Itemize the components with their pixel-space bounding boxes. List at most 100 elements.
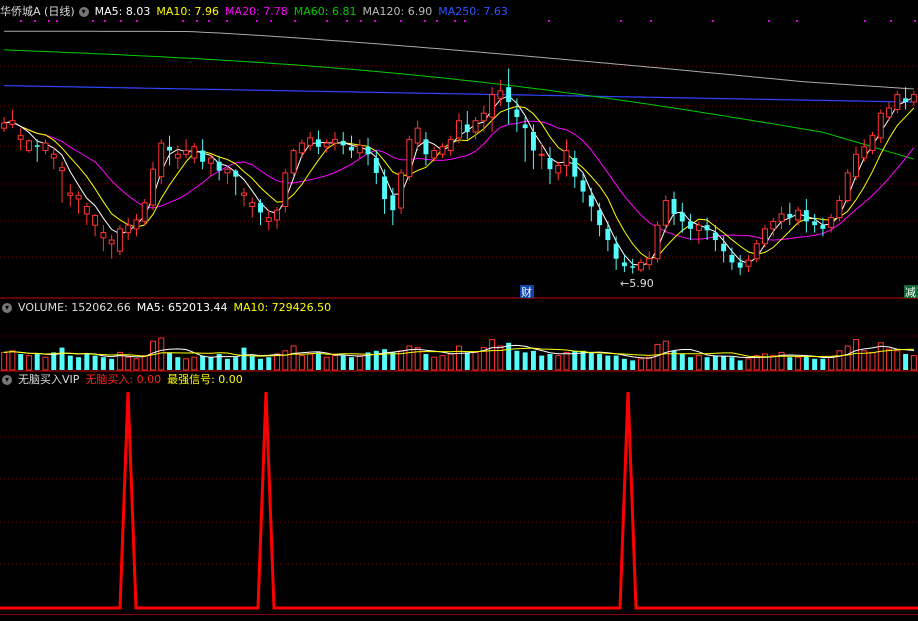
signal-dot — [136, 20, 138, 22]
candle-up — [1, 122, 8, 129]
candle-down — [382, 176, 388, 200]
candle-down — [365, 146, 371, 155]
volume-bar-up — [331, 355, 338, 371]
volume-bar-up — [125, 356, 132, 371]
candle-up — [92, 214, 99, 226]
stock-chart-canvas[interactable]: ←5.90 财 减 — [0, 0, 918, 620]
candle-down — [464, 124, 470, 132]
candle-up — [323, 142, 330, 148]
volume-bar-down — [464, 352, 470, 370]
candle-up — [108, 239, 115, 245]
candle-up — [861, 146, 868, 159]
candle-down — [613, 243, 619, 259]
volume-bar-up — [298, 355, 305, 371]
volume-bar-up — [886, 348, 893, 371]
candle-up — [191, 146, 198, 159]
volume-bar-down — [621, 358, 627, 370]
candle-up — [836, 200, 843, 219]
signal-dot — [864, 20, 866, 22]
volume-bar-down — [92, 355, 98, 370]
volume-bar-up — [133, 358, 140, 371]
signal-dot — [120, 20, 122, 22]
ma120-line — [4, 30, 914, 90]
candle-down — [423, 139, 429, 155]
volume-bar-down — [539, 355, 545, 370]
volume-bar-down — [390, 352, 396, 370]
candle-up — [439, 146, 446, 155]
candle-up — [795, 209, 802, 221]
signal-dot — [20, 20, 22, 22]
candle-up — [282, 172, 289, 207]
candle-down — [597, 210, 603, 226]
candle-up — [9, 120, 16, 125]
candle-down — [530, 131, 536, 151]
signal-dot — [712, 20, 714, 22]
volume-bar-up — [695, 355, 702, 371]
signal-dot — [56, 20, 58, 22]
candle-up — [174, 153, 181, 159]
volume-bar-up — [795, 356, 802, 371]
candle-down — [514, 109, 520, 117]
candle-up — [770, 220, 777, 230]
volume-bar-up — [770, 355, 777, 371]
candle-down — [704, 225, 710, 231]
candle-up — [25, 140, 32, 152]
candle-down — [522, 124, 528, 129]
volume-bar-down — [100, 357, 106, 370]
volume-bar-down — [266, 357, 272, 370]
volume-bar-up — [307, 353, 314, 371]
volume-bar-up — [323, 356, 330, 371]
volume-bar-down — [34, 354, 40, 370]
volume-bar-up — [141, 355, 148, 371]
volume-bar-up — [414, 347, 421, 371]
candle-down — [580, 180, 586, 192]
signal-dot — [34, 20, 36, 22]
volume-bar-down — [580, 350, 586, 370]
candle-down — [349, 146, 354, 151]
volume-bar-down — [67, 355, 73, 370]
volume-bar-up — [456, 345, 462, 371]
volume-bar-down — [803, 355, 809, 370]
indicator-grid — [0, 436, 918, 565]
volume-bar-up — [1, 351, 8, 371]
volume-bar-down — [704, 357, 710, 370]
volume-bar-down — [613, 355, 619, 370]
volume-bar-down — [712, 355, 718, 370]
candle-down — [812, 221, 818, 226]
candle-down — [216, 161, 222, 171]
volume-bar-up — [910, 355, 917, 371]
volume-bar-down — [315, 352, 321, 370]
candle-down — [373, 158, 379, 173]
volume-bar-up — [274, 353, 281, 371]
ma250-line — [4, 85, 914, 103]
volume-bar-up — [489, 339, 496, 371]
candle-up — [17, 135, 24, 140]
candle-down — [737, 262, 743, 268]
candle-up — [116, 228, 123, 252]
volume-bar-down — [737, 360, 743, 370]
candle-down — [340, 140, 346, 146]
candle-down — [803, 210, 809, 222]
volume-bar-down — [820, 358, 826, 370]
volume-bar-down — [787, 357, 793, 370]
event-badge-cai[interactable]: 财 — [521, 285, 532, 299]
signal-dot — [326, 20, 328, 22]
event-badge-jian[interactable]: 减 — [905, 286, 916, 299]
volume-bar-up — [9, 350, 16, 371]
signal-dot — [92, 20, 94, 22]
signal-dot — [768, 20, 770, 22]
volume-bar-up — [637, 358, 644, 371]
volume-bar-up — [745, 358, 752, 371]
candle-up — [141, 202, 148, 222]
candle-down — [679, 212, 685, 222]
candle-down — [630, 266, 636, 268]
volume-bar-down — [241, 347, 247, 370]
candle-up — [497, 90, 504, 99]
volume-bar-down — [688, 357, 694, 370]
candle-up — [50, 153, 57, 159]
signal-dot — [914, 20, 916, 22]
candle-down — [315, 139, 321, 147]
candle-down — [547, 158, 553, 170]
volume-bar-down — [588, 352, 594, 370]
candle-up — [637, 261, 644, 271]
